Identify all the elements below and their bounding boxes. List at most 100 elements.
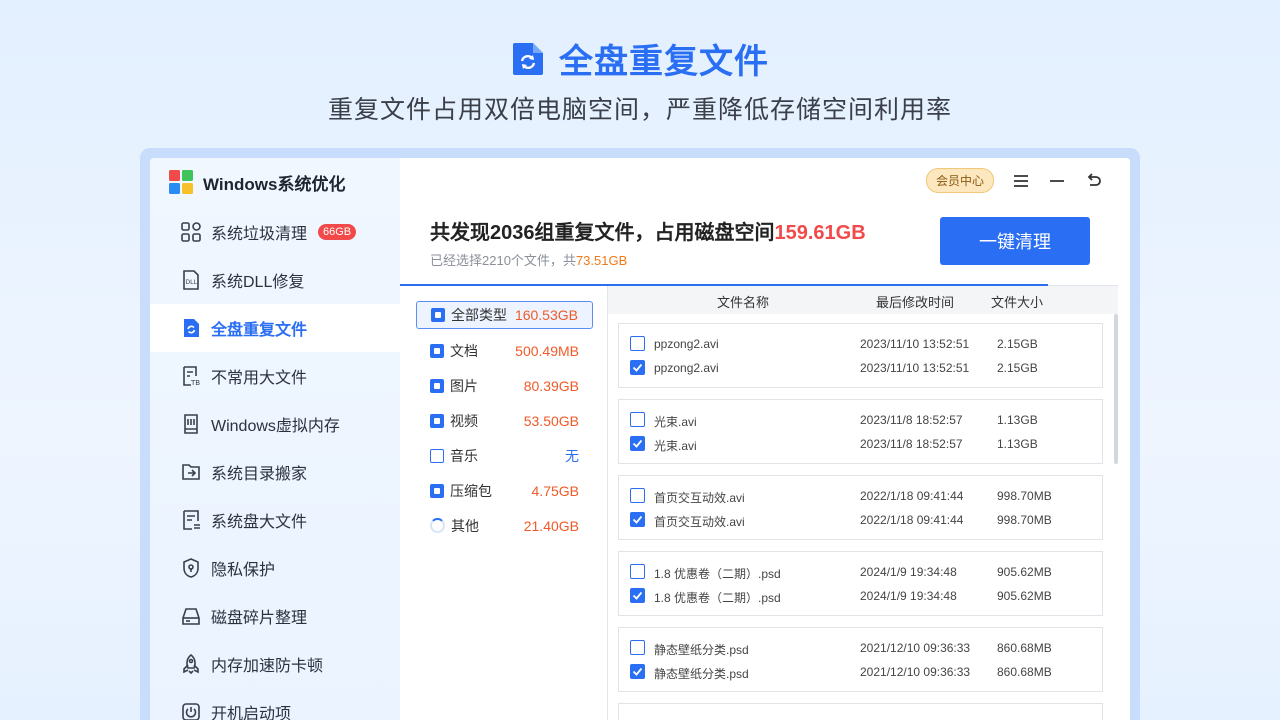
category-checkbox[interactable] [430,343,444,358]
file-row[interactable]: 1.8 优惠卷（二期）.psd 2024/1/9 19:34:48 905.62… [619,586,1102,606]
category-archives[interactable]: 压缩包 4.75GB [416,473,593,508]
file-time: 2023/11/8 18:52:57 [860,413,963,427]
file-row[interactable]: ppzong2.avi 2023/11/10 13:52:51 2.15GB [619,334,1102,354]
file-checkbox[interactable] [630,412,645,427]
file-row[interactable]: 静态壁纸分类.psd 2021/12/10 09:36:33 860.68MB [619,662,1102,682]
sidebar-item-privacy[interactable]: 隐私保护 [150,544,400,592]
summary-size: 159.61GB [774,222,866,244]
file-row[interactable]: ppzong2.avi 2023/11/10 13:52:51 2.15GB [619,358,1102,378]
sidebar-item-memory-boost[interactable]: 内存加速防卡顿 [150,640,400,688]
memory-icon [180,413,202,435]
category-size: 80.39GB [523,377,579,394]
file-row[interactable]: 光束.avi 2023/11/8 18:52:57 1.13GB [619,434,1102,454]
file-size: 2.15GB [997,337,1038,351]
file-name: ppzong2.avi [654,337,719,351]
file-time: 2023/11/8 18:52:57 [860,437,963,451]
app-name: Windows系统优化 [203,175,346,194]
sidebar-item-duplicate-files[interactable]: 全盘重复文件 [150,304,400,352]
file-size: 998.70MB [997,513,1052,527]
category-images[interactable]: 图片 80.39GB [416,368,593,403]
menu-icon[interactable] [1012,172,1030,190]
category-checkbox[interactable] [430,483,444,498]
sidebar-item-defrag[interactable]: 磁盘碎片整理 [150,592,400,640]
selected-size: 73.51GB [575,253,628,268]
file-checkbox[interactable] [630,664,645,679]
category-other[interactable]: 其他 21.40GB [416,508,593,543]
sidebar-item-label: 开机启动项 [211,706,292,720]
file-row[interactable]: 首页交互动效.avi 2022/1/18 09:41:44 998.70MB [619,486,1102,506]
sidebar-item-dir-move[interactable]: 系统目录搬家 [150,448,400,496]
sidebar: Windows系统优化 系统垃圾清理 66GB DLL 系统DLL修复 全盘重复… [150,158,400,720]
sidebar-item-junk-clean[interactable]: 系统垃圾清理 66GB [150,208,400,256]
sidebar-item-dll-repair[interactable]: DLL 系统DLL修复 [150,256,400,304]
category-all[interactable]: 全部类型 160.53GB [416,301,593,329]
duplicate-group: 1.8 优惠卷（二期）.psd 2024/1/9 19:34:48 905.62… [618,551,1103,616]
file-name: 1.8 优惠卷（二期）.psd [654,567,781,581]
category-checkbox[interactable] [430,448,444,463]
category-documents[interactable]: 文档 500.49MB [416,333,593,368]
duplicate-group: 首页交互动效.avi 2022/1/18 09:41:44 998.70MB 首… [618,475,1103,540]
duplicate-file-icon [511,41,545,77]
file-checkbox[interactable] [630,564,645,579]
sidebar-item-startup[interactable]: 开机启动项 [150,688,400,720]
grid-icon [180,221,202,243]
file-checkbox[interactable] [630,488,645,503]
category-size: 500.49MB [515,342,579,359]
sidebar-item-label: 系统DLL修复 [211,274,305,291]
vip-center-button[interactable]: 会员中心 [925,168,994,193]
one-click-clean-button[interactable]: 一键清理 [940,217,1090,265]
hero-title-text: 全盘重复文件 [559,43,769,81]
file-size: 998.70MB [997,489,1052,503]
category-music[interactable]: 音乐 无 [416,438,593,473]
sidebar-item-sysdisk-large[interactable]: 系统盘大文件 [150,496,400,544]
sidebar-item-virtual-memory[interactable]: Windows虚拟内存 [150,400,400,448]
back-icon[interactable] [1084,172,1102,190]
file-row[interactable]: 1.8 优惠卷（二期）.psd 2024/1/9 19:34:48 905.62… [619,562,1102,582]
file-list-scrollbar[interactable] [1114,314,1118,464]
file-row[interactable]: 首页交互动效.avi 2022/1/18 09:41:44 998.70MB [619,510,1102,530]
sidebar-item-large-files[interactable]: TB 不常用大文件 [150,352,400,400]
category-checkbox[interactable] [431,308,445,322]
col-header-time[interactable]: 最后修改时间 [876,292,954,311]
file-time: 2023/11/10 13:52:51 [860,361,970,375]
file-checkbox[interactable] [630,512,645,527]
main-panel: 会员中心 共发现2036组重复文件，占用磁盘空间159.61GB 已经选择221… [400,158,1130,720]
category-name: 图片 [450,377,478,394]
file-time: 2022/1/18 09:41:44 [860,513,964,527]
junk-size-badge: 66GB [318,224,357,240]
file-name: 1.8 优惠卷（二期）.psd [654,591,781,605]
loading-spinner-icon [430,518,445,533]
windows-logo-icon [169,170,194,195]
category-checkbox[interactable] [430,378,444,393]
file-size: 860.68MB [997,641,1052,655]
col-header-name[interactable]: 文件名称 [717,292,769,311]
duplicate-file-icon [180,317,202,339]
tb-file-icon: TB [180,365,202,387]
file-time: 2021/12/10 09:36:33 [860,665,971,679]
file-row[interactable]: 静态壁纸分类.psd 2021/12/10 09:36:33 860.68MB [619,638,1102,658]
svg-text:DLL: DLL [186,279,198,286]
category-videos[interactable]: 视频 53.50GB [416,403,593,438]
col-header-size[interactable]: 文件大小 [991,292,1043,311]
category-name: 视频 [450,412,478,429]
file-checkbox[interactable] [630,360,645,375]
file-name: 首页交互动效.avi [654,491,745,505]
file-checkbox[interactable] [630,588,645,603]
minimize-icon[interactable] [1048,172,1066,190]
file-checkbox[interactable] [630,436,645,451]
category-checkbox[interactable] [430,413,444,428]
file-row[interactable]: 光束.avi 2023/11/8 18:52:57 1.13GB [619,410,1102,430]
file-checkbox[interactable] [630,640,645,655]
category-list: 全部类型 160.53GB 文档 500.49MB 图片 80.39GB 视频 … [416,301,593,543]
shield-icon [180,557,202,579]
sidebar-nav: 系统垃圾清理 66GB DLL 系统DLL修复 全盘重复文件 TB 不常用大文件… [150,208,400,720]
file-time: 2024/1/9 19:34:48 [860,589,957,603]
dll-file-icon: DLL [180,269,202,291]
category-size: 4.75GB [531,482,579,499]
file-checkbox[interactable] [630,336,645,351]
file-name: 静态壁纸分类.psd [654,667,749,681]
folder-move-icon [180,461,202,483]
file-time: 2022/1/18 09:41:44 [860,489,964,503]
list-file-icon [180,509,202,531]
disk-icon [180,605,202,627]
